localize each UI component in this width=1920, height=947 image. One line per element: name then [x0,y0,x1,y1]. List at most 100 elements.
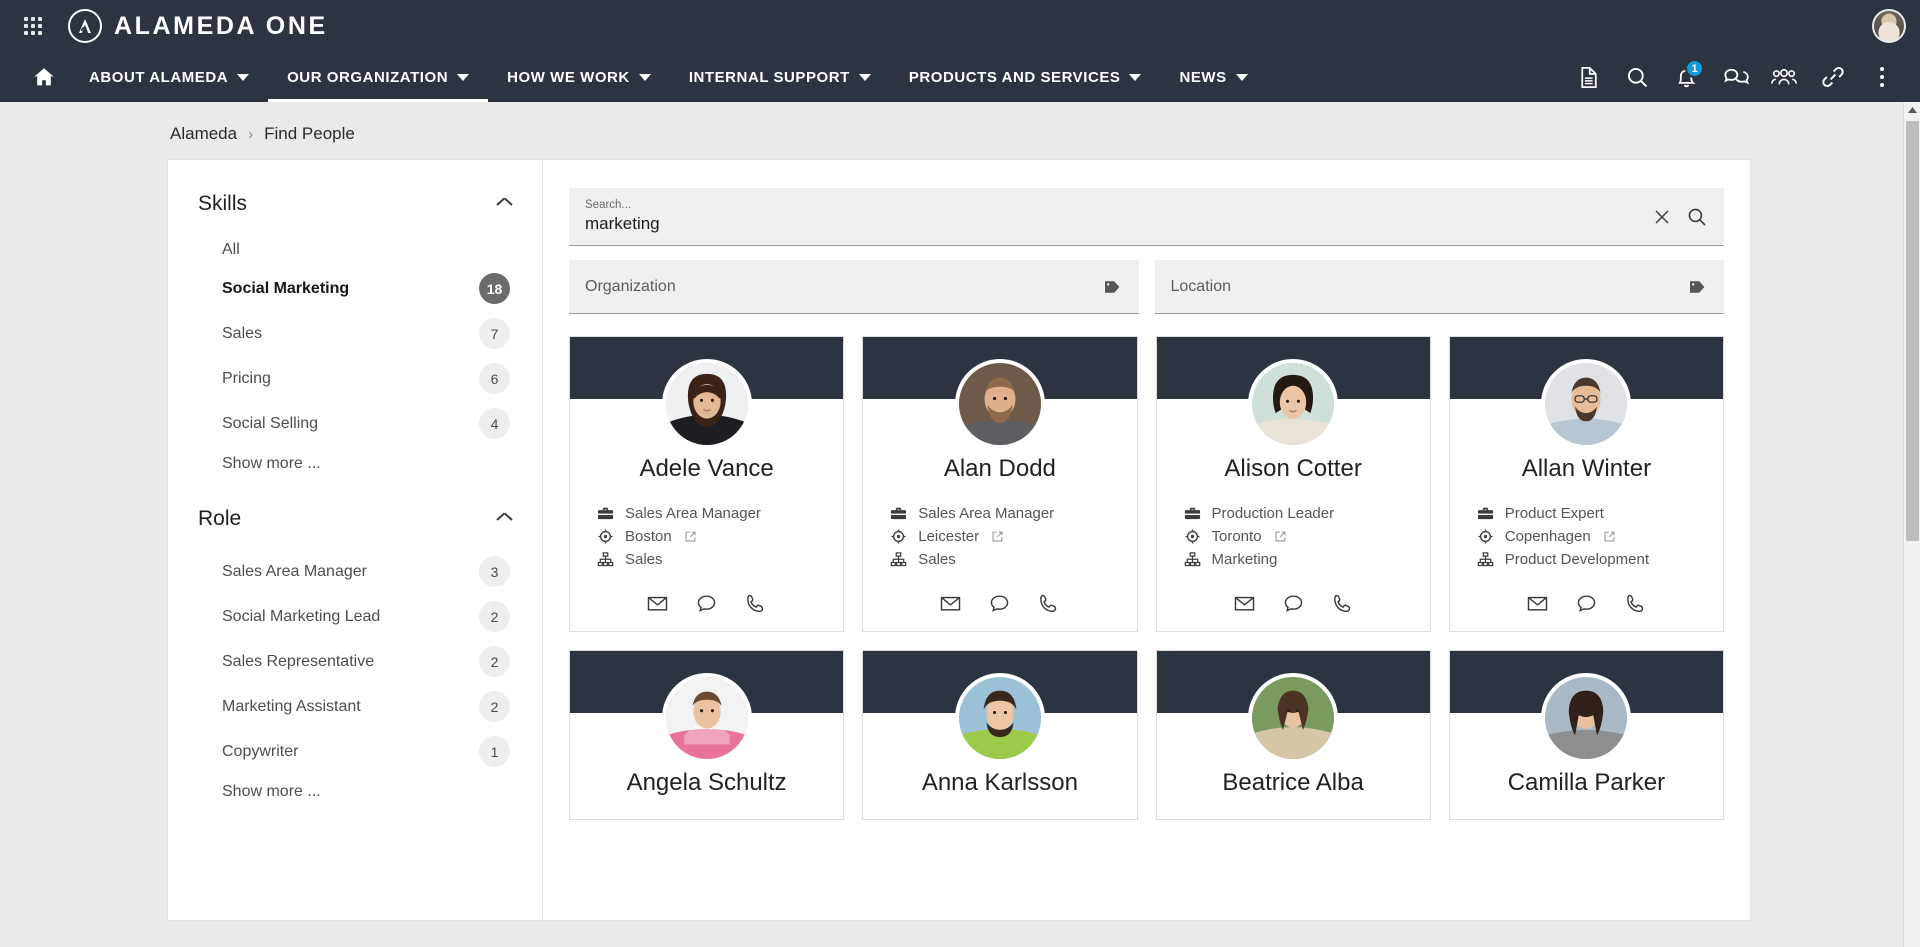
meta-role-label: Sales Area Manager [918,505,1055,522]
facet-item-sales[interactable]: Sales 7 [196,311,514,356]
close-icon[interactable] [1652,207,1672,227]
mail-icon[interactable] [1233,592,1256,615]
facet-skills-header[interactable]: Skills [196,192,514,216]
person-meta [570,797,843,819]
chat-icon[interactable] [695,592,718,615]
user-avatar[interactable] [1872,9,1906,43]
people-icon[interactable] [1762,55,1806,99]
meta-location[interactable]: Leicester [889,528,1136,545]
chat-icon[interactable] [1282,592,1305,615]
card-actions [1450,574,1723,631]
briefcase-icon [596,505,615,522]
main-navigation: ABOUT ALAMEDA OUR ORGANIZATION HOW WE WO… [0,52,1920,102]
person-card[interactable]: Alan Dodd Sales Area Manager Leicester S… [862,336,1138,632]
nav-utility-icons: 1 [1566,52,1910,102]
link-icon[interactable] [1811,55,1855,99]
mail-icon[interactable] [646,592,669,615]
scroll-up-arrow[interactable] [1904,102,1920,119]
facet-item-sales-representative[interactable]: Sales Representative 2 [196,639,514,684]
external-link-icon[interactable] [991,530,1004,543]
search-icon[interactable] [1615,55,1659,99]
nav-item-news[interactable]: NEWS [1160,52,1266,102]
tag-icon[interactable] [1686,276,1708,298]
chat-icon[interactable] [1575,592,1598,615]
people-card-grid: Adele Vance Sales Area Manager Boston Sa… [569,336,1724,820]
search-submit-icon[interactable] [1686,206,1708,228]
nav-item-about-alameda[interactable]: ABOUT ALAMEDA [70,52,268,102]
meta-location[interactable]: Copenhagen [1476,528,1723,545]
scrollbar-thumb[interactable] [1906,121,1919,541]
facet-item-count: 1 [479,736,510,767]
vertical-scrollbar[interactable] [1903,102,1920,947]
location-target-icon [596,528,615,545]
facet-title: Role [198,507,242,530]
facet-item-pricing[interactable]: Pricing 6 [196,356,514,401]
facet-item-social-marketing-lead[interactable]: Social Marketing Lead 2 [196,594,514,639]
breadcrumb-current[interactable]: Find People [264,124,355,144]
nav-item-how-we-work[interactable]: HOW WE WORK [488,52,670,102]
chevron-down-icon [638,73,651,81]
person-card[interactable]: Anna Karlsson [862,650,1138,820]
person-card[interactable]: Alison Cotter Production Leader Toronto … [1155,336,1431,632]
home-icon[interactable] [18,52,70,102]
facet-item-count: 18 [479,273,510,304]
search-box[interactable]: Search... marketing [569,188,1724,246]
meta-role: Sales Area Manager [596,505,843,522]
avatar [1248,673,1339,763]
breadcrumb-root[interactable]: Alameda [170,124,237,144]
meta-location-label: Leicester [918,528,980,545]
nav-item-products-and-services[interactable]: PRODUCTS AND SERVICES [890,52,1161,102]
external-link-icon[interactable] [1274,530,1287,543]
person-card[interactable]: Allan Winter Product Expert Copenhagen P… [1448,336,1724,632]
facet-item-social-selling[interactable]: Social Selling 4 [196,401,514,446]
facet-item-all[interactable]: All [196,234,514,266]
external-link-icon[interactable] [1603,530,1616,543]
person-name: Alison Cotter [1224,455,1362,482]
brand-logo-group[interactable]: ALAMEDA ONE [68,9,328,43]
phone-icon[interactable] [1037,592,1060,615]
facet-item-count: 4 [479,408,510,439]
mail-icon[interactable] [1526,592,1549,615]
apps-grid-icon[interactable] [16,9,50,43]
kebab-menu-icon[interactable] [1860,55,1904,99]
location-target-icon [1183,528,1202,545]
tag-icon[interactable] [1101,276,1123,298]
phone-icon[interactable] [744,592,767,615]
person-card[interactable]: Camilla Parker [1448,650,1724,820]
chevron-up-icon[interactable] [497,200,512,209]
person-card[interactable]: Adele Vance Sales Area Manager Boston Sa… [569,336,845,632]
phone-icon[interactable] [1624,592,1647,615]
avatar [954,673,1045,763]
bell-icon[interactable]: 1 [1664,55,1708,99]
facet-item-social-marketing[interactable]: Social Marketing 18 [196,266,514,311]
person-meta [1450,797,1723,819]
person-card[interactable]: Angela Schultz [569,650,845,820]
facet-skills-show-more[interactable]: Show more ... [196,446,514,473]
chat-icon[interactable] [1713,55,1757,99]
meta-org: Product Development [1476,551,1723,568]
person-card[interactable]: Beatrice Alba [1155,650,1431,820]
notification-badge: 1 [1685,59,1704,78]
facet-item-sales-area-manager[interactable]: Sales Area Manager 3 [196,549,514,594]
meta-location[interactable]: Toronto [1183,528,1430,545]
nav-item-our-organization[interactable]: OUR ORGANIZATION [268,52,489,102]
nav-item-label: NEWS [1179,68,1227,86]
nav-item-internal-support[interactable]: INTERNAL SUPPORT [670,52,890,102]
chevron-up-icon[interactable] [497,515,512,524]
chat-icon[interactable] [988,592,1011,615]
filter-organization[interactable]: Organization [569,260,1139,314]
meta-location[interactable]: Boston [596,528,843,545]
mail-icon[interactable] [939,592,962,615]
facet-role-show-more[interactable]: Show more ... [196,774,514,801]
filter-location[interactable]: Location [1154,260,1724,314]
facet-role-header[interactable]: Role [196,507,514,531]
phone-icon[interactable] [1331,592,1354,615]
document-icon[interactable] [1566,55,1610,99]
facet-item-copywriter[interactable]: Copywriter 1 [196,729,514,774]
person-meta [863,797,1136,819]
search-input[interactable]: marketing [585,214,1652,234]
avatar [661,359,752,449]
facet-item-marketing-assistant[interactable]: Marketing Assistant 2 [196,684,514,729]
meta-location-label: Copenhagen [1504,528,1591,545]
external-link-icon[interactable] [684,530,697,543]
